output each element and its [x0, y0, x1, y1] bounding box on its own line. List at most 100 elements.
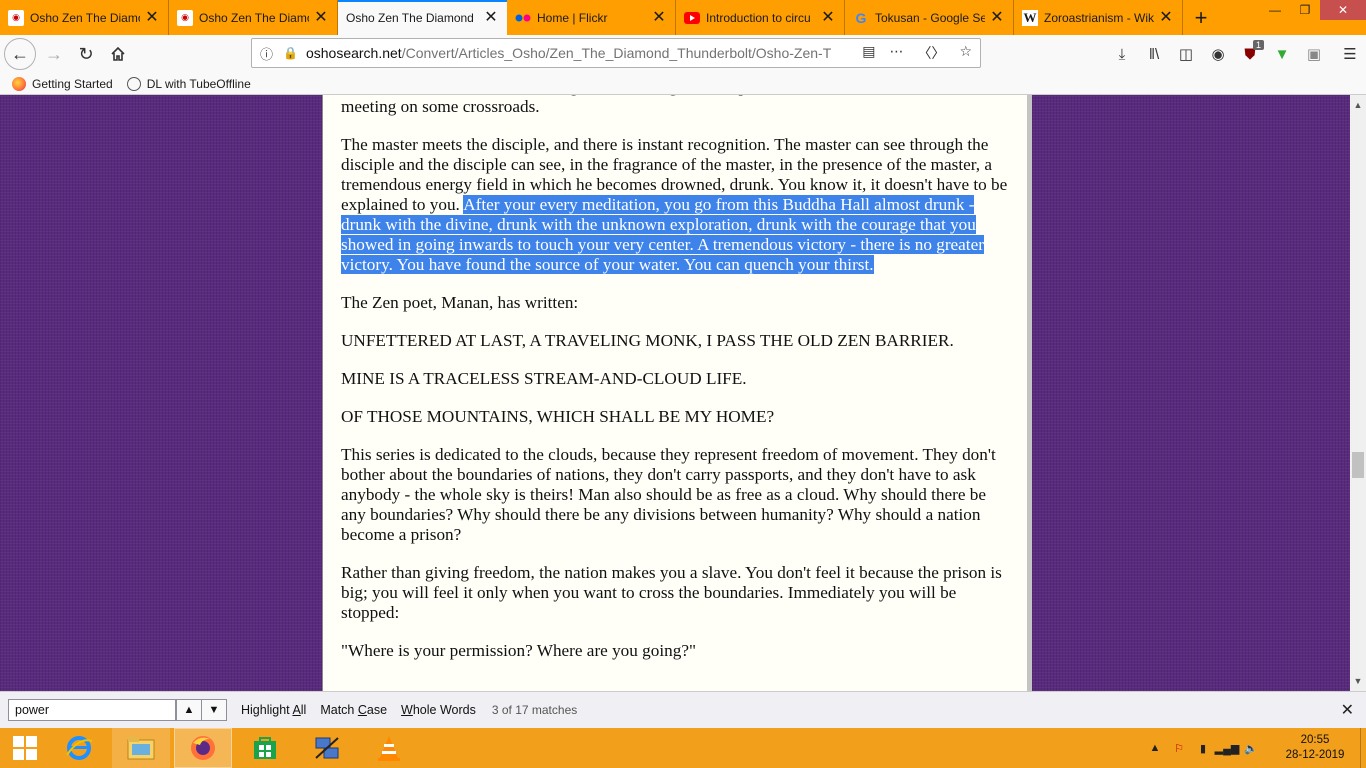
show-desktop-button[interactable]: [1360, 728, 1366, 768]
vlc-icon[interactable]: [360, 728, 418, 768]
network-signal-icon[interactable]: ▂▄▆: [1215, 740, 1240, 756]
library-icon[interactable]: ‖\: [1138, 38, 1170, 70]
article-text: for masters, masters were roaming and se…: [341, 95, 1009, 679]
extension-badge: 1: [1252, 40, 1264, 50]
home-icon[interactable]: [102, 38, 134, 70]
address-bar[interactable]: ⓘ 🔒 oshosearch.net /Convert/Articles_Osh…: [251, 38, 981, 68]
tray-chevron-icon[interactable]: ▲: [1144, 740, 1166, 756]
option-accesskey: A: [292, 703, 301, 717]
highlight-all-toggle[interactable]: Highlight All: [241, 703, 306, 717]
extension-icon[interactable]: ▣: [1298, 38, 1330, 70]
network-app-icon[interactable]: [298, 728, 356, 768]
match-case-toggle[interactable]: Match Case: [320, 703, 387, 717]
option-label: Match: [320, 703, 358, 717]
paragraph: Rather than giving freedom, the nation m…: [341, 563, 1002, 622]
close-tab-icon[interactable]: ✕: [144, 9, 160, 26]
close-tab-icon[interactable]: ✕: [1158, 9, 1174, 26]
find-next-button[interactable]: ▼: [201, 699, 227, 721]
find-previous-button[interactable]: ▲: [176, 699, 202, 721]
paragraph: The Zen poet, Manan, has written:: [341, 293, 579, 312]
action-center-flag-icon[interactable]: ⚐: [1168, 740, 1190, 756]
close-tab-icon[interactable]: ✕: [989, 9, 1005, 26]
scroll-down-icon[interactable]: ▼: [1350, 673, 1366, 689]
poem-line: UNFETTERED AT LAST, A TRAVELING MONK, I …: [341, 331, 954, 350]
firefox-icon: [12, 76, 26, 91]
tab-title: Home | Flickr: [537, 10, 608, 25]
reload-icon[interactable]: ↻: [70, 38, 102, 70]
option-label: Highlight: [241, 703, 293, 717]
volume-icon[interactable]: 🔈: [1240, 740, 1262, 756]
tab-google[interactable]: G Tokusan - Google Se ✕: [845, 0, 1014, 35]
bookmark-label: Getting Started: [32, 76, 113, 91]
taskbar-clock[interactable]: 20:55 28-12-2019: [1274, 733, 1356, 763]
new-tab-button[interactable]: +: [1183, 0, 1219, 35]
close-tab-icon[interactable]: ✕: [651, 9, 667, 26]
file-explorer-icon[interactable]: [112, 728, 170, 768]
download-icon[interactable]: ⤓: [1106, 38, 1138, 70]
account-icon[interactable]: ◉: [1202, 38, 1234, 70]
devices-icon[interactable]: ▮: [1192, 740, 1214, 756]
tab-flickr[interactable]: Home | Flickr ✕: [507, 0, 676, 35]
info-icon[interactable]: ⓘ: [260, 44, 273, 63]
menu-hamburger-icon[interactable]: ☰: [1334, 38, 1366, 70]
tab-title: Osho Zen The Diamond: [30, 10, 140, 25]
poem-line: OF THOSE MOUNTAINS, WHICH SHALL BE MY HO…: [341, 407, 775, 426]
internet-explorer-icon[interactable]: [50, 728, 108, 768]
window-controls: — ❐ ✕: [1260, 0, 1366, 20]
back-arrow-icon[interactable]: ←: [4, 38, 36, 70]
insecure-lock-icon[interactable]: 🔒: [283, 46, 298, 60]
tab-wikipedia[interactable]: W Zoroastrianism - Wik ✕: [1014, 0, 1183, 35]
bookmark-star-icon[interactable]: ☆: [959, 43, 972, 63]
tab-youtube[interactable]: Introduction to circu ✕: [676, 0, 845, 35]
close-tab-icon[interactable]: ✕: [313, 9, 329, 26]
scroll-up-icon[interactable]: ▲: [1350, 97, 1366, 113]
osho-favicon-icon: ◉: [8, 9, 24, 26]
flickr-icon: [515, 10, 531, 26]
paragraph: This series is dedicated to the clouds, …: [341, 445, 996, 544]
tab-title: Zoroastrianism - Wik: [1044, 10, 1154, 25]
ublock-shield-icon[interactable]: ⛊ 1: [1234, 38, 1266, 70]
page-viewport: for masters, masters were roaming and se…: [0, 95, 1350, 691]
download-helper-icon[interactable]: ▼: [1266, 38, 1298, 70]
close-tab-icon[interactable]: ✕: [820, 9, 836, 26]
find-close-icon[interactable]: ✕: [1341, 700, 1354, 720]
url-path: /Convert/Articles_Osho/Zen_The_Diamond_T…: [401, 45, 832, 61]
bookmark-dl-tubeoffline[interactable]: DL with TubeOffline: [126, 76, 251, 91]
sidebar-icon[interactable]: ◫: [1170, 38, 1202, 70]
whole-words-toggle[interactable]: Whole Words: [401, 703, 476, 717]
start-windows-icon[interactable]: [0, 728, 50, 768]
option-label: ll: [300, 703, 307, 717]
osho-favicon-icon: ◉: [177, 9, 193, 26]
clock-date: 28-12-2019: [1285, 749, 1345, 761]
reader-view-icon[interactable]: ▤: [862, 43, 875, 63]
tab-osho-3-active[interactable]: Osho Zen The Diamond ✕: [338, 0, 507, 35]
pocket-icon[interactable]: 〈〉: [917, 43, 945, 63]
option-accesskey: W: [401, 703, 413, 717]
option-label: ase: [366, 703, 388, 717]
tab-osho-2[interactable]: ◉ Osho Zen The Diamond ✕: [169, 0, 338, 35]
scrollbar-thumb[interactable]: [1352, 452, 1364, 478]
vertical-scrollbar[interactable]: ▲ ▼: [1350, 95, 1366, 691]
forward-arrow-icon[interactable]: →: [38, 38, 70, 70]
close-tab-icon[interactable]: ✕: [483, 9, 499, 26]
windows-taskbar: ▲ ⚐ ▮ ▂▄▆ 🔈 20:55 28-12-2019: [0, 728, 1366, 768]
tab-title: Tokusan - Google Se: [875, 10, 985, 25]
bookmark-getting-started[interactable]: Getting Started: [12, 76, 113, 91]
window-close-icon[interactable]: ✕: [1320, 0, 1366, 20]
restore-icon[interactable]: ❐: [1290, 0, 1320, 20]
page-actions-icon[interactable]: ⋯: [889, 43, 903, 63]
find-input[interactable]: power: [8, 699, 176, 721]
navigation-toolbar: ← → ↻ ⓘ 🔒 oshosearch.net /Convert/Articl…: [0, 35, 1366, 73]
bookmark-label: DL with TubeOffline: [146, 76, 251, 91]
minimize-icon[interactable]: —: [1260, 0, 1290, 20]
tab-title: Osho Zen The Diamond: [346, 10, 474, 25]
tab-osho-1[interactable]: ◉ Osho Zen The Diamond ✕: [0, 0, 169, 35]
firefox-taskbar-icon[interactable]: [174, 728, 232, 768]
system-tray: ▲ ⚐ ▮ ▂▄▆ 🔈 20:55 28-12-2019: [1144, 728, 1366, 768]
tab-strip: ◉ Osho Zen The Diamond ✕ ◉ Osho Zen The …: [0, 0, 1366, 35]
clock-time: 20:55: [1300, 734, 1330, 746]
option-label: hole Words: [412, 703, 476, 717]
wikipedia-icon: W: [1022, 9, 1038, 26]
store-icon[interactable]: [236, 728, 294, 768]
tab-title: Introduction to circu: [706, 10, 811, 25]
